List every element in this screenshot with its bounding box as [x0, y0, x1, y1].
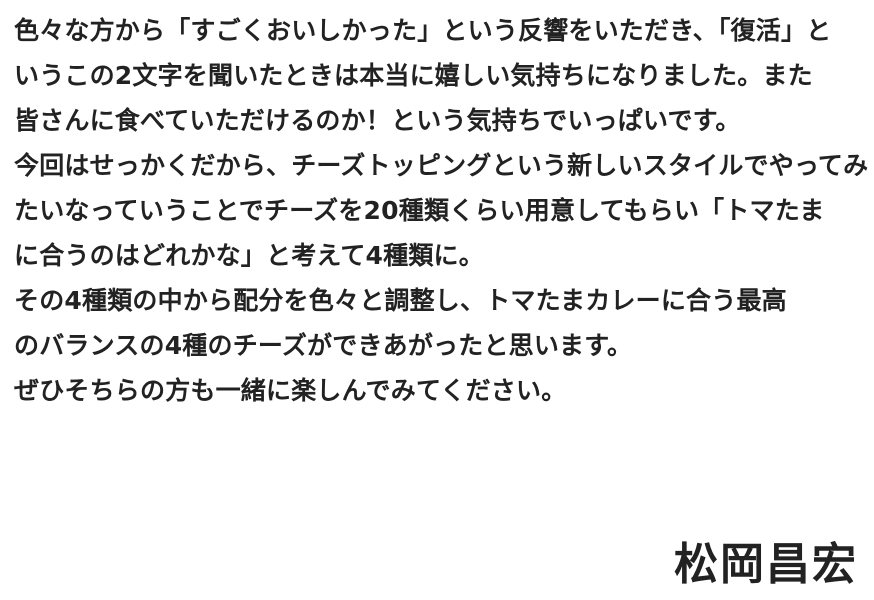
- message-line: ぜひそちらの方も一緒に楽しんでみてください。: [14, 376, 567, 405]
- message-body: 色々な方から「すごくおいしかった」という反響をいただき、「復活」と いうこの2文…: [14, 8, 869, 413]
- message-line: 今回はせっかくだから、チーズトッピングという新しいスタイルでやってみ: [14, 151, 869, 180]
- message-line: その4種類の中から配分を色々と調整し、トマたまカレーに合う最高: [14, 286, 787, 315]
- message-line: に合うのはどれかな」と考えて4種類に。: [14, 241, 484, 270]
- message-line: たいなっていうことでチーズを20種類くらい用意してもらい「トマたま: [14, 196, 825, 225]
- message-line: 色々な方から「すごくおいしかった」という反響をいただき、「復活」と: [14, 16, 832, 45]
- message-line: 皆さんに食べていただけるのか！という気持ちでいっぱいです。: [14, 106, 741, 135]
- message-line: のバランスの4種のチーズができあがったと思います。: [14, 331, 633, 360]
- message-line: いうこの2文字を聞いたときは本当に嬉しい気持ちになりました。また: [14, 61, 813, 90]
- signature-name: 松岡昌宏: [674, 539, 858, 590]
